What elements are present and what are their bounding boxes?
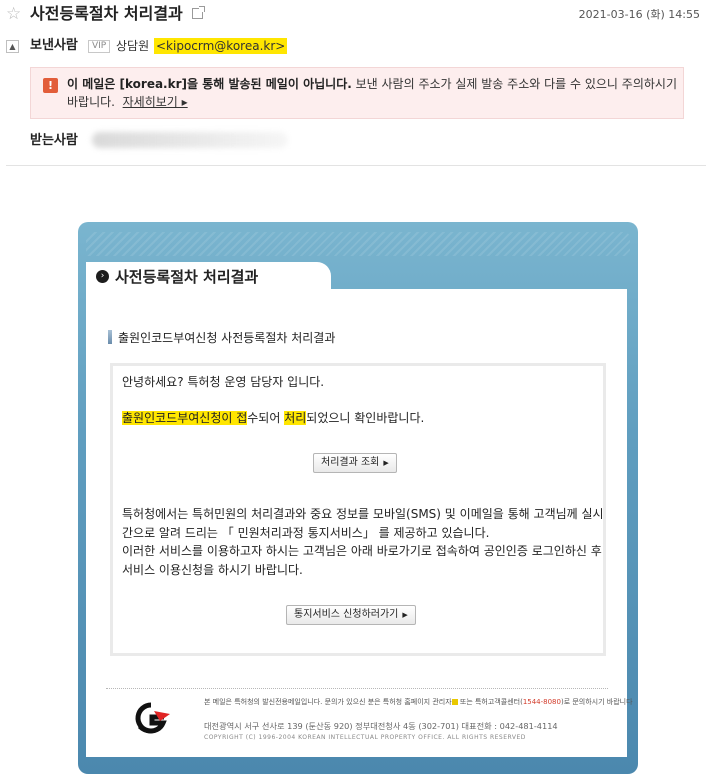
footer-divider bbox=[106, 688, 608, 689]
section-title: 출원인코드부여신청 사전등록절차 처리결과 bbox=[118, 330, 335, 346]
status-text-end: 되었으니 확인바랍니다. bbox=[306, 411, 424, 425]
status-text-part: 수되어 bbox=[247, 411, 284, 425]
view-result-label: 처리결과 조회 bbox=[321, 457, 379, 468]
footer-notice-c: )로 문의하시기 바랍니다 bbox=[561, 698, 633, 706]
footer-notice: 본 메일은 특허청의 발신전용메일입니다. 문의가 있으신 분은 특허청 홈페이… bbox=[204, 697, 633, 707]
header-divider bbox=[6, 165, 706, 166]
chevron-right-icon: › bbox=[96, 270, 109, 283]
notify-service-label: 통지서비스 신청하러가기 bbox=[294, 609, 398, 620]
kipo-logo-icon bbox=[130, 701, 172, 735]
recipient-redacted bbox=[92, 132, 288, 148]
footer-copyright: COPYRIGHT (C) 1996-2004 KOREAN INTELLECT… bbox=[204, 734, 526, 742]
warning-bold-text: 이 메일은 [korea.kr]을 통해 발송된 메일이 아닙니다. bbox=[67, 77, 352, 91]
sender-email[interactable]: <kipocrm@korea.kr> bbox=[154, 38, 287, 54]
vip-badge[interactable]: VIP bbox=[88, 40, 110, 53]
sender-name[interactable]: 상담원 bbox=[116, 38, 149, 54]
highlight-application: 출원인코드부여신청이 접 bbox=[122, 411, 247, 425]
collapse-icon[interactable]: ▲ bbox=[6, 40, 19, 53]
status-text: 출원인코드부여신청이 접수되어 처리되었으니 확인바랍니다. bbox=[122, 410, 424, 426]
chevron-right-icon: ▶ bbox=[402, 611, 407, 619]
spoof-warning-banner: ! 이 메일은 [korea.kr]을 통해 발송된 메일이 아닙니다. 보낸 … bbox=[30, 67, 684, 119]
highlight-processed: 처리 bbox=[284, 411, 306, 425]
exclamation-icon: ! bbox=[43, 78, 58, 93]
details-link[interactable]: 자세히보기 ▸ bbox=[123, 95, 188, 109]
service-description: 특허청에서는 특허민원의 처리결과와 중요 정보를 모바일(SMS) 및 이메일… bbox=[122, 505, 604, 579]
chevron-right-icon: ▶ bbox=[383, 459, 388, 467]
footer-address: 대전광역시 서구 선사로 139 (둔산동 920) 정부대전청사 4동 (30… bbox=[204, 721, 558, 732]
sender-label: 보낸사람 bbox=[30, 38, 78, 54]
footer-notice-a: 본 메일은 특허청의 발신전용메일입니다. 문의가 있으신 분은 특허청 홈페이… bbox=[204, 698, 452, 706]
email-subject: 사전등록절차 처리결과 bbox=[30, 4, 183, 24]
service-paragraph-2: 이러한 서비스를 이용하고자 하시는 고객님은 아래 바로가기로 접속하여 공인… bbox=[122, 542, 604, 579]
view-result-button[interactable]: 처리결과 조회 ▶ bbox=[313, 453, 397, 473]
recipient-label: 받는사람 bbox=[30, 133, 78, 149]
greeting-text: 안녕하세요? 특허청 운영 담당자 입니다. bbox=[122, 374, 324, 390]
external-link-icon[interactable] bbox=[192, 8, 203, 19]
section-bar-icon bbox=[108, 330, 112, 344]
callcenter-phone: 1544-8080 bbox=[523, 698, 561, 706]
notify-service-button[interactable]: 통지서비스 신청하러가기 ▶ bbox=[286, 605, 416, 625]
email-date: 2021-03-16 (화) 14:55 bbox=[579, 8, 700, 22]
footer-notice-b: 또는 특허고객콜센터( bbox=[458, 698, 523, 706]
warning-text: 이 메일은 [korea.kr]을 통해 발송된 메일이 아닙니다. 보낸 사람… bbox=[67, 75, 679, 111]
service-paragraph-1: 특허청에서는 특허민원의 처리결과와 중요 정보를 모바일(SMS) 및 이메일… bbox=[122, 505, 604, 542]
frame-top-pattern bbox=[86, 232, 630, 256]
star-icon[interactable]: ☆ bbox=[6, 4, 21, 24]
body-tab-title: 사전등록절차 처리결과 bbox=[115, 267, 258, 287]
